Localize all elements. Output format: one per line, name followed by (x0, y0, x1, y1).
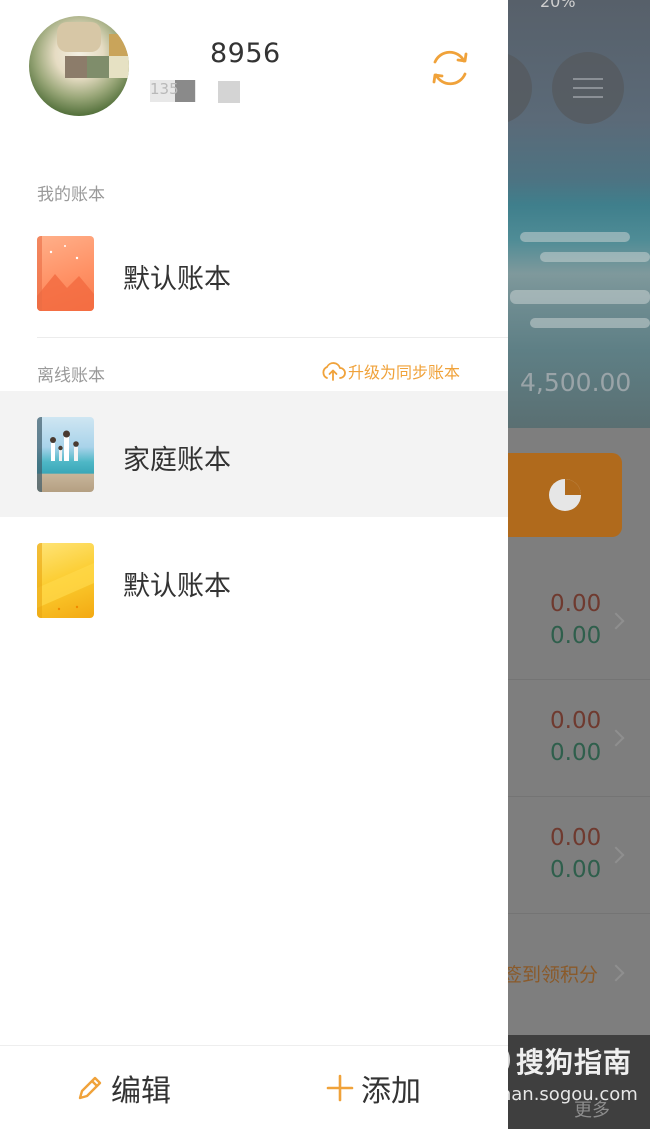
book-item-default-offline[interactable]: 默认账本 (0, 517, 508, 643)
chevron-right-icon (607, 846, 625, 864)
expense-value: 0.00 (550, 740, 602, 766)
chevron-right-icon (607, 729, 625, 747)
redacted-block (218, 81, 240, 103)
pencil-icon (78, 1076, 102, 1100)
section-offline-books: 离线账本 (37, 366, 105, 386)
wave-decoration (540, 252, 650, 262)
yellow-book-icon (37, 543, 94, 618)
book-item-default[interactable]: 默认账本 (0, 210, 508, 336)
add-label: 添加 (361, 1074, 421, 1109)
income-value: 0.00 (550, 591, 602, 617)
book-item-family[interactable]: 家庭账本 (0, 391, 508, 517)
edit-label: 编辑 (111, 1074, 171, 1109)
income-value: 0.00 (550, 708, 602, 734)
user-phone: 135 (150, 80, 179, 98)
orange-mountain-book-icon (37, 236, 94, 311)
upgrade-label: 升级为同步账本 (348, 363, 461, 382)
wave-decoration (510, 290, 650, 304)
chevron-right-icon (607, 612, 625, 630)
cloud-upload-icon (322, 362, 346, 381)
section-my-books: 我的账本 (37, 185, 105, 205)
sync-icon[interactable] (427, 45, 473, 91)
menu-icon (573, 78, 603, 80)
watermark-brand: 搜狗指南 (516, 1046, 633, 1079)
upgrade-sync-button[interactable]: 升级为同步账本 (320, 359, 460, 383)
balance-amount: 4,500.00 (520, 368, 632, 397)
family-beach-book-icon (37, 417, 94, 492)
plus-icon (326, 1074, 354, 1102)
username: 8956 (210, 38, 281, 69)
drawer-bottom-bar: 编辑 添加 (0, 1045, 508, 1129)
wave-decoration (530, 318, 650, 328)
book-name: 默认账本 (123, 264, 231, 295)
menu-button[interactable] (552, 52, 624, 124)
book-name: 家庭账本 (123, 445, 231, 476)
wave-decoration (520, 232, 630, 242)
income-value: 0.00 (550, 825, 602, 851)
expense-value: 0.00 (550, 623, 602, 649)
add-button[interactable]: 添加 (325, 1066, 421, 1110)
pie-chart-icon (549, 479, 581, 511)
avatar[interactable] (29, 16, 129, 116)
battery-status: 20% (540, 0, 576, 11)
divider (37, 337, 508, 338)
book-name: 默认账本 (123, 571, 231, 602)
edit-button[interactable]: 编辑 (75, 1066, 171, 1110)
side-drawer: 8956 135 我的账本 默认账本 离线账本 升级为同步账本 家庭账本 默认账… (0, 0, 508, 1129)
expense-value: 0.00 (550, 857, 602, 883)
signin-link[interactable]: 签到领积分 (503, 960, 598, 987)
